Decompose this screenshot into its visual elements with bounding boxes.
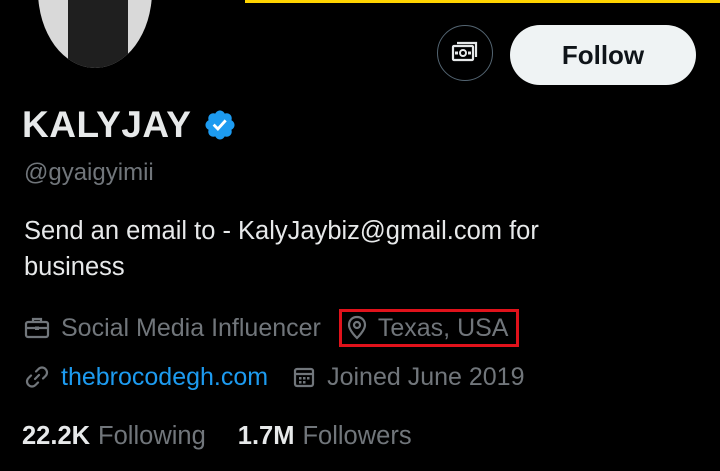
joined-item: Joined June 2019 (292, 363, 524, 392)
followers-label: Followers (302, 421, 412, 450)
avatar[interactable] (38, 0, 152, 68)
category-item: Social Media Influencer (24, 314, 321, 343)
user-handle: @gyaigyimii (24, 159, 154, 186)
follow-button[interactable]: Follow (510, 25, 696, 85)
follow-stats: 22.2K Following 1.7M Followers (22, 418, 412, 454)
location-label: Texas, USA (377, 313, 509, 342)
link-icon (24, 364, 50, 390)
followers-count: 1.7M (237, 421, 295, 450)
banner-image[interactable] (245, 0, 720, 3)
avatar-figure (68, 0, 128, 68)
name-row: KALYJAY (22, 101, 237, 149)
profile-bio: Send an email to - KalyJaybiz@gmail.com … (24, 217, 539, 281)
location-pin-icon (346, 315, 368, 341)
website-link[interactable]: thebrocodegh.com (61, 363, 268, 392)
following-count: 22.2K (22, 421, 91, 450)
display-name: KALYJAY (22, 104, 192, 145)
verified-badge-icon[interactable] (203, 108, 237, 142)
briefcase-icon (24, 316, 50, 340)
calendar-icon (292, 365, 316, 389)
followers-link[interactable]: 1.7M Followers (238, 422, 412, 451)
location-highlight-box: Texas, USA (338, 309, 520, 347)
following-link[interactable]: 22.2K Following (22, 422, 206, 451)
website-item[interactable]: thebrocodegh.com (24, 363, 268, 392)
category-label: Social Media Influencer (61, 313, 321, 342)
money-icon (450, 38, 480, 69)
joined-date: Joined June 2019 (327, 362, 525, 391)
profile-meta-row: Social Media Influencer Texas, USA (24, 309, 520, 347)
profile-meta-row: thebrocodegh.com Joined June 2019 (24, 359, 524, 395)
following-label: Following (98, 421, 206, 450)
tip-button[interactable] (437, 25, 493, 81)
